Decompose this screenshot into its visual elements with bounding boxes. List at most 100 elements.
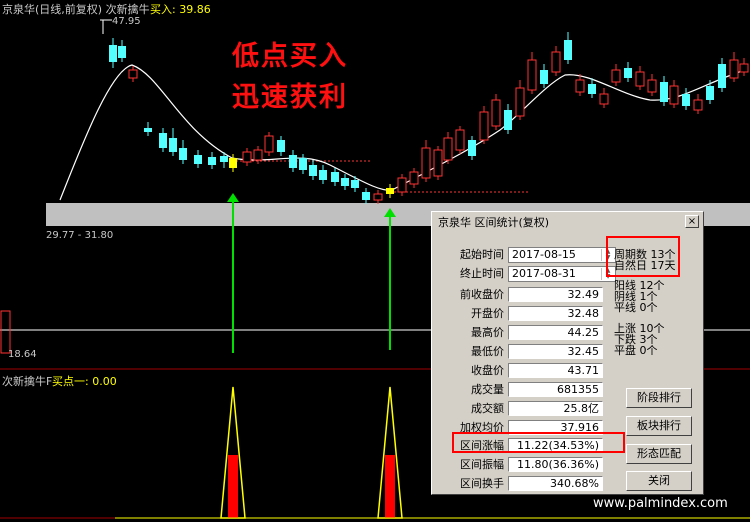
candle-body <box>527 59 537 91</box>
stat-label: 前收盘价 <box>460 288 504 301</box>
stat-label: 区间振幅 <box>460 458 504 471</box>
stat-row: 成交量 681355 <box>432 381 612 399</box>
candle-body <box>718 64 726 88</box>
watermark: www.palmindex.com <box>593 496 728 511</box>
candle-body <box>159 133 167 148</box>
candle-body <box>386 188 394 194</box>
low-price-label: 18.64 <box>8 349 37 360</box>
stat-row: 收盘价 43.71 <box>432 362 612 380</box>
candle-body <box>341 178 349 186</box>
candle-body <box>331 172 339 182</box>
candle-body <box>253 149 263 161</box>
candle-body <box>118 46 126 58</box>
stat-label: 区间换手 <box>460 477 504 490</box>
candle-body <box>468 140 476 156</box>
candle-body <box>208 157 216 165</box>
stat-value: 43.71 <box>508 363 603 378</box>
stat-row: 区间振幅 11.80(36.36%) <box>432 456 612 474</box>
candle-body <box>421 147 431 179</box>
candle-body <box>669 85 679 105</box>
stat-value: 32.49 <box>508 287 603 302</box>
candle-body <box>729 59 739 79</box>
candle-body <box>299 158 307 170</box>
stat-row: 开盘价 32.48 <box>432 305 612 323</box>
candle-body <box>635 71 645 87</box>
candle-body <box>397 177 407 193</box>
candle-body <box>588 84 596 94</box>
close-button[interactable]: 关闭 <box>626 471 692 491</box>
candle-body <box>479 111 489 141</box>
start-time-label: 起始时间 <box>460 248 504 261</box>
close-icon[interactable]: × <box>685 215 699 228</box>
stat-label: 成交额 <box>471 402 504 415</box>
candle-body <box>551 51 561 73</box>
candle-body <box>660 82 668 102</box>
stat-label: 收盘价 <box>471 364 504 377</box>
start-time-input[interactable]: 2017-08-15 ▲ ▼ <box>508 247 616 263</box>
start-time-row: 起始时间 2017-08-15 ▲ ▼ <box>432 246 632 264</box>
candle-body <box>351 180 359 188</box>
stat-label: 成交量 <box>471 383 504 396</box>
candle-body <box>229 158 237 168</box>
candle-body <box>264 135 274 153</box>
stat-value: 32.48 <box>508 306 603 321</box>
candle-body <box>373 193 383 201</box>
candle-body <box>693 99 703 111</box>
stat-value: 44.25 <box>508 325 603 340</box>
indicator-name: 次新擒牛F <box>2 375 53 388</box>
stat-value: 25.8亿 <box>508 401 603 416</box>
pattern-match-button[interactable]: 形态匹配 <box>626 444 692 464</box>
end-time-row: 终止时间 2017-08-31 ▲ ▼ <box>432 265 632 283</box>
candle-body <box>491 99 501 127</box>
flat-count: 平盘 0个 <box>614 344 658 357</box>
candle-body <box>319 170 327 180</box>
high-price-label: 47.95 <box>112 16 141 27</box>
stat-value: 11.80(36.36%) <box>508 457 603 472</box>
stat-row: 前收盘价 32.49 <box>432 286 612 304</box>
candle-body <box>706 86 714 100</box>
candle-body <box>179 148 187 160</box>
sector-rank-button[interactable]: 板块排行 <box>626 416 692 436</box>
promo-line-2: 迅速获利 <box>232 82 348 113</box>
candle-body <box>242 151 252 163</box>
candle-body <box>515 87 525 117</box>
stat-row: 成交额 25.8亿 <box>432 400 612 418</box>
candle-body <box>309 165 317 176</box>
candle-body <box>362 192 370 200</box>
candle-body <box>144 128 152 132</box>
stock-title: 京泉华(日线,前复权) 次新擒牛 <box>2 3 150 16</box>
signal-bar <box>385 455 395 518</box>
candle-body <box>409 171 419 185</box>
stage-rank-button[interactable]: 阶段排行 <box>626 388 692 408</box>
range-label: 29.77 - 31.80 <box>46 230 114 241</box>
candlestick-series <box>109 32 749 204</box>
candle-body <box>504 110 512 130</box>
left-volume-box <box>0 310 11 354</box>
candle-body <box>611 69 621 83</box>
candle-body <box>289 155 297 168</box>
interval-stats-dialog[interactable]: 京泉华 区间统计(复权) × 起始时间 2017-08-15 ▲ ▼ 终止时间 20… <box>431 211 704 495</box>
candle-body <box>433 149 443 177</box>
highlight-box-period <box>606 236 680 277</box>
dialog-title: 京泉华 区间统计(复权) <box>434 214 701 231</box>
end-time-input[interactable]: 2017-08-31 ▲ ▼ <box>508 266 616 282</box>
stat-row: 区间换手 340.68% <box>432 475 612 493</box>
candle-body <box>540 70 548 84</box>
stat-row: 最高价 44.25 <box>432 324 612 342</box>
stat-label: 最高价 <box>471 326 504 339</box>
candle-body <box>599 93 609 105</box>
signal-bar <box>228 455 238 518</box>
candle-body <box>109 45 117 62</box>
buy-price-label: 买入: 39.86 <box>150 3 211 16</box>
candle-body <box>128 69 138 79</box>
end-time-label: 终止时间 <box>460 267 504 280</box>
candle-body <box>220 156 228 162</box>
flat-line-count: 平线 0个 <box>614 301 658 314</box>
stat-row: 最低价 32.45 <box>432 343 612 361</box>
candle-body <box>647 79 657 93</box>
candle-body <box>194 155 202 164</box>
promo-line-1: 低点买入 <box>232 41 348 72</box>
candle-body <box>564 40 572 60</box>
candle-body <box>443 137 453 161</box>
stat-label: 开盘价 <box>471 307 504 320</box>
